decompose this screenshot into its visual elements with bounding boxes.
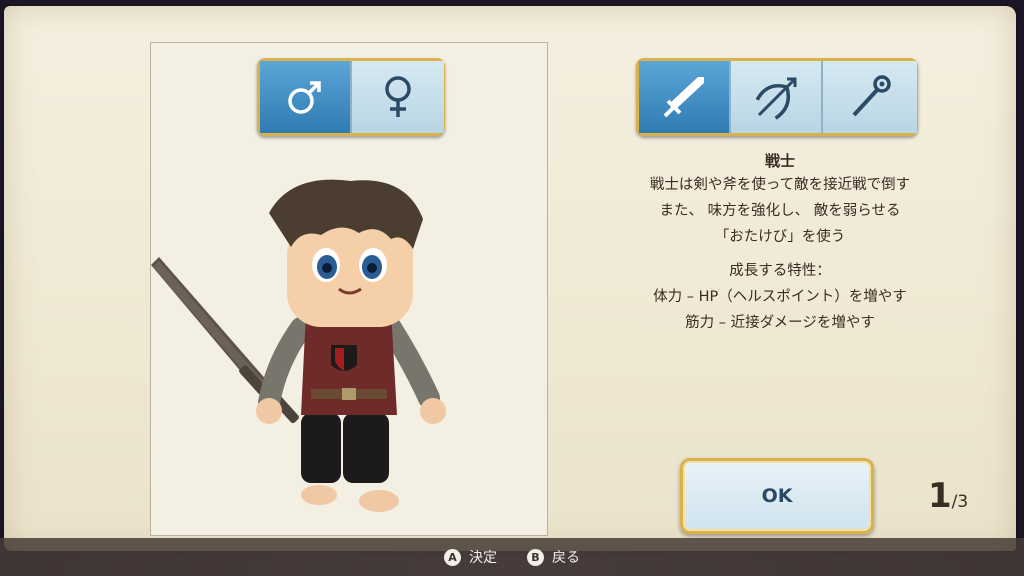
confirm-hint: A 決定	[444, 547, 497, 567]
class-description: 戦士は剣や斧を使って敵を接近戦で倒す また、 味方を強化し、 敵を弱らせる 「お…	[600, 172, 960, 250]
back-hint-label: 戻る	[552, 550, 580, 566]
ok-button[interactable]: OK	[680, 458, 874, 534]
description-line: 戦士は剣や斧を使って敵を接近戦で倒す	[649, 177, 911, 193]
growth-line: 体力 – HP（ヘルスポイント）を増やす	[653, 289, 907, 305]
growth-line: 筋力 – 近接ダメージを増やす	[685, 315, 875, 331]
description-line: 「おたけび」を使う	[714, 229, 846, 245]
class-button-group	[636, 58, 918, 136]
growth-stats: 成長する特性： 体力 – HP（ヘルスポイント）を増やす 筋力 – 近接ダメージ…	[600, 258, 960, 336]
growth-header: 成長する特性：	[729, 263, 831, 279]
class-name: 戦士	[764, 152, 795, 170]
bow-icon	[755, 77, 797, 120]
b-button-icon: B	[527, 548, 544, 566]
button-hint-bar: A 決定 B 戻る	[0, 538, 1024, 576]
staff-icon	[852, 75, 891, 117]
sword-icon	[663, 77, 704, 118]
warrior-class-button[interactable]	[639, 61, 729, 133]
back-hint: B 戻る	[527, 547, 580, 567]
a-button-icon: A	[444, 548, 461, 566]
female-symbol-icon	[385, 76, 411, 117]
male-button[interactable]	[260, 61, 350, 133]
male-symbol-icon	[288, 81, 321, 114]
mage-class-button[interactable]	[821, 61, 917, 133]
page-current: 1	[928, 476, 952, 516]
page-indicator: 1/3	[928, 476, 968, 516]
page-total: /3	[951, 492, 969, 512]
confirm-hint-label: 決定	[469, 550, 497, 566]
archer-class-button[interactable]	[729, 61, 823, 133]
gender-button-group	[257, 58, 445, 136]
description-line: また、 味方を強化し、 敵を弱らせる	[659, 203, 901, 219]
female-button[interactable]	[350, 61, 444, 133]
